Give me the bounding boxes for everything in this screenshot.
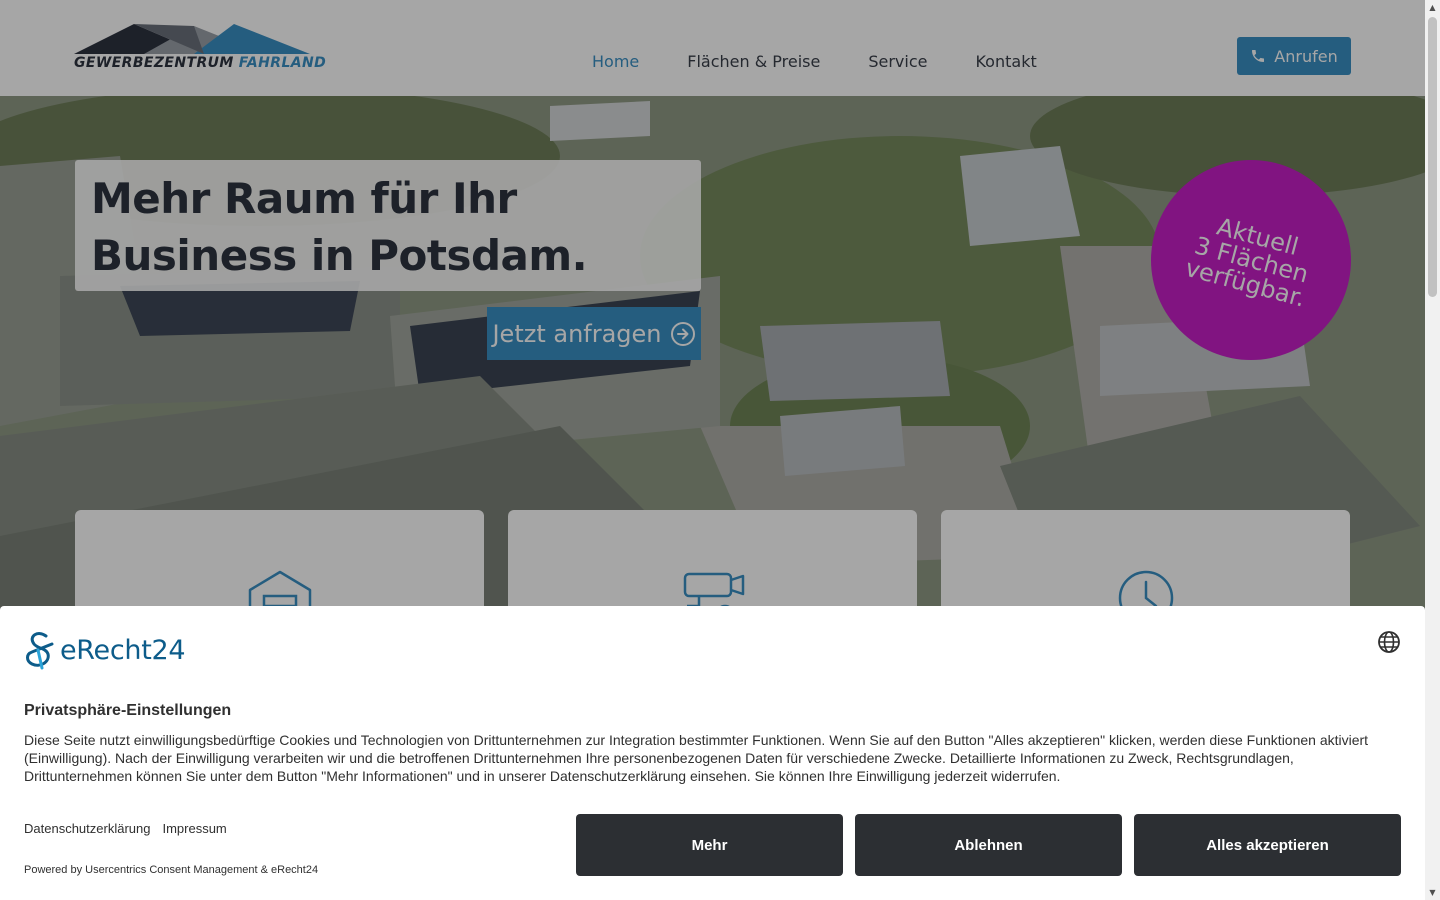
scroll-down-arrow-icon[interactable]: ▼: [1425, 885, 1440, 900]
scroll-up-arrow-icon[interactable]: ▲: [1425, 0, 1440, 15]
page-scrollbar[interactable]: ▲ ▼: [1425, 0, 1440, 900]
imprint-link[interactable]: Impressum: [162, 821, 226, 836]
consent-button-group: Mehr Ablehnen Alles akzeptieren: [576, 814, 1401, 876]
erecht24-logo: eRecht24: [24, 630, 186, 670]
powered-by-text: Powered by Usercentrics Consent Manageme…: [24, 864, 319, 876]
consent-links: Datenschutzerklärung Impressum: [24, 821, 227, 836]
language-globe-icon[interactable]: [1377, 630, 1401, 654]
accept-all-button[interactable]: Alles akzeptieren: [1134, 814, 1401, 876]
erecht24-logo-text: eRecht24: [60, 634, 186, 666]
decline-button[interactable]: Ablehnen: [855, 814, 1122, 876]
erecht24-ampersand-icon: [26, 632, 54, 670]
consent-banner: eRecht24 Privatsphäre-Einstellungen Dies…: [0, 606, 1425, 900]
consent-title: Privatsphäre-Einstellungen: [24, 702, 232, 719]
scrollbar-thumb[interactable]: [1428, 17, 1437, 297]
more-button[interactable]: Mehr: [576, 814, 843, 876]
privacy-policy-link[interactable]: Datenschutzerklärung: [24, 821, 150, 836]
consent-description: Diese Seite nutzt einwilligungsbedürftig…: [24, 732, 1369, 784]
